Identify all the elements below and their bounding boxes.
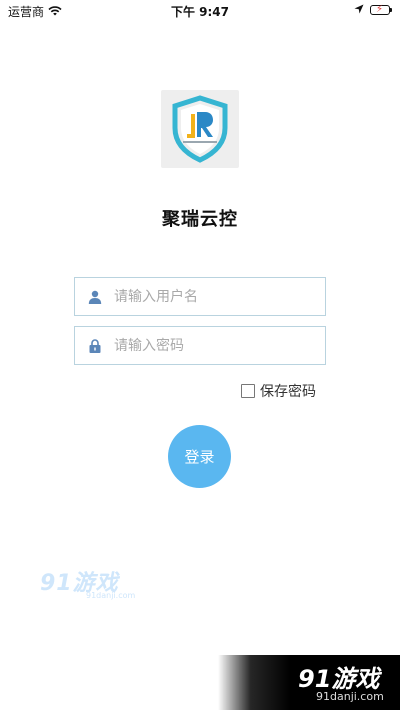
password-field[interactable] bbox=[74, 326, 326, 365]
user-icon bbox=[84, 290, 106, 304]
battery-icon: ⚡ bbox=[370, 4, 392, 15]
status-right: ⚡ bbox=[354, 3, 392, 17]
corner-watermark-text: 91游戏 bbox=[298, 665, 380, 693]
remember-label: 保存密码 bbox=[260, 384, 316, 400]
username-field[interactable] bbox=[74, 277, 326, 316]
watermark-url: 91danji.com bbox=[86, 591, 136, 600]
status-bar: 运营商 下午 9:47 ⚡ bbox=[0, 0, 400, 22]
location-icon bbox=[354, 3, 364, 17]
remember-password[interactable]: 保存密码 bbox=[241, 381, 316, 401]
password-input[interactable] bbox=[112, 336, 316, 355]
watermark-logo: 91游戏 91danji.com bbox=[40, 565, 140, 601]
app-title: 聚瑞云控 bbox=[162, 209, 238, 230]
corner-watermark-url: 91danji.com bbox=[316, 690, 384, 703]
login-screen: 运营商 下午 9:47 ⚡ 聚瑞云控 请输入用户名 保存密码 登录 91游戏 9… bbox=[0, 0, 400, 710]
lock-icon bbox=[84, 338, 106, 353]
login-button[interactable]: 登录 bbox=[168, 425, 231, 488]
app-logo bbox=[161, 90, 239, 168]
corner-watermark: 91游戏 91danji.com bbox=[218, 655, 400, 710]
username-input[interactable] bbox=[112, 287, 316, 306]
remember-checkbox[interactable] bbox=[241, 384, 255, 398]
status-time: 下午 9:47 bbox=[170, 5, 230, 19]
